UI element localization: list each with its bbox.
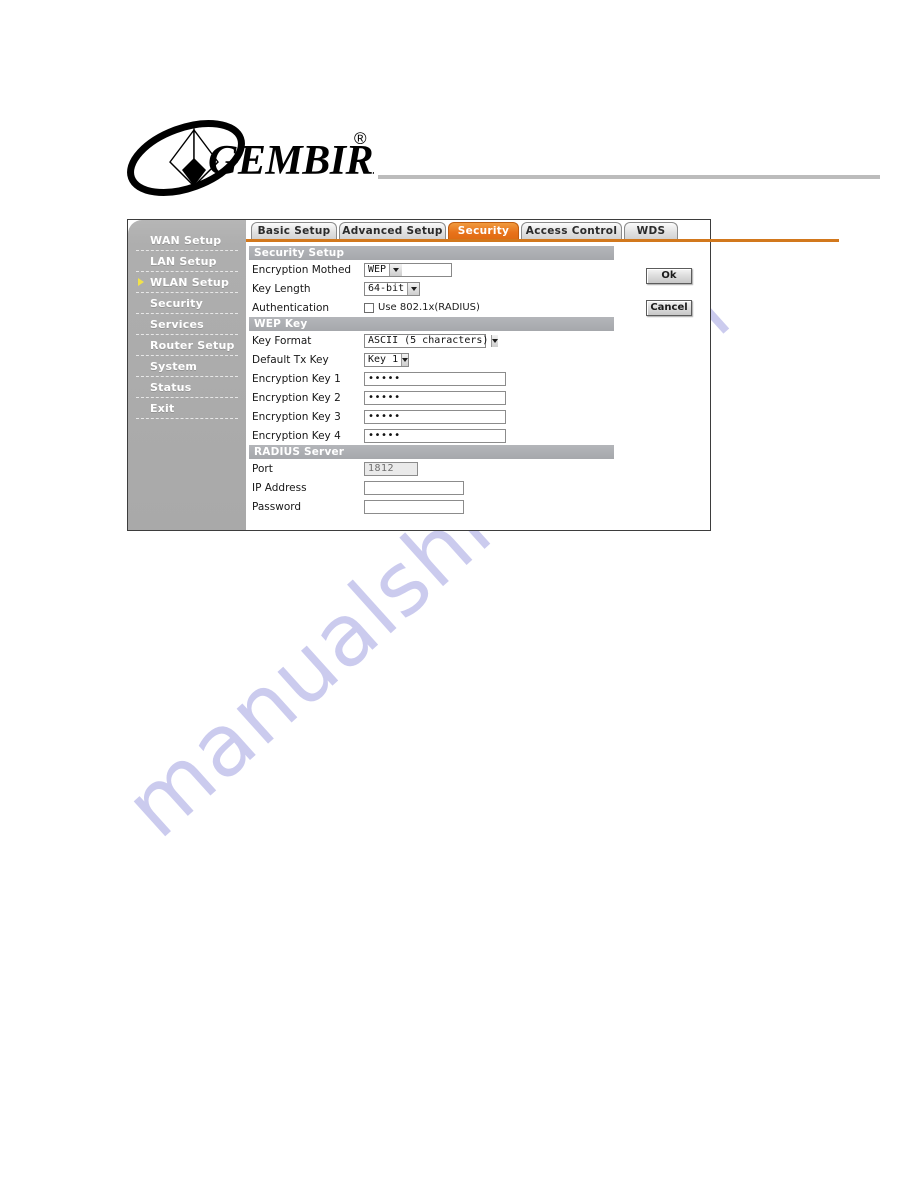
header-divider xyxy=(378,175,880,179)
chevron-down-icon[interactable] xyxy=(401,353,409,366)
tab-access-control[interactable]: Access Control xyxy=(521,222,622,239)
label-encryption-key-2: Encryption Key 2 xyxy=(252,391,341,404)
sidebar-item-system[interactable]: System xyxy=(136,356,238,377)
label-encryption-method: Encryption Mothed xyxy=(252,263,352,276)
row-radius-ip-address: IP Address xyxy=(246,478,712,497)
row-encryption-key-3: Encryption Key 3 ••••• xyxy=(246,407,712,426)
use-8021x-checkbox[interactable] xyxy=(364,302,374,313)
sidebar-item-label: Router Setup xyxy=(150,338,235,352)
label-key-length: Key Length xyxy=(252,282,311,295)
tab-basic-setup[interactable]: Basic Setup xyxy=(251,222,337,239)
radius-port-input[interactable]: 1812 xyxy=(364,461,418,476)
sidebar-nav: WAN Setup LAN Setup WLAN Setup Security … xyxy=(128,220,246,530)
use-8021x-label: Use 802.1x(RADIUS) xyxy=(378,302,480,313)
svg-text:®: ® xyxy=(354,129,367,148)
sidebar-item-label: Status xyxy=(150,380,192,394)
section-header-wep-key: WEP Key xyxy=(249,317,614,331)
row-encryption-key-2: Encryption Key 2 ••••• xyxy=(246,388,712,407)
section-header-radius-server: RADIUS Server xyxy=(249,445,614,459)
tab-active-underline xyxy=(246,239,839,242)
sidebar-item-wan-setup[interactable]: WAN Setup xyxy=(136,230,238,251)
tab-wds[interactable]: WDS xyxy=(624,222,678,239)
use-8021x-checkbox-group[interactable]: Use 802.1x(RADIUS) xyxy=(364,302,480,313)
sidebar-item-label: Services xyxy=(150,317,204,331)
security-form: Security Setup Encryption Mothed WEP Key… xyxy=(246,246,712,516)
sidebar-item-security[interactable]: Security xyxy=(136,293,238,314)
label-encryption-key-4: Encryption Key 4 xyxy=(252,429,341,442)
gembird-logo: GEMBIRD ® xyxy=(127,120,374,196)
active-arrow-icon xyxy=(138,278,144,286)
row-radius-port: Port 1812 xyxy=(246,459,712,478)
brand-header: GEMBIRD ® xyxy=(124,118,884,208)
tab-security[interactable]: Security xyxy=(448,222,519,239)
sidebar-item-router-setup[interactable]: Router Setup xyxy=(136,335,238,356)
sidebar-item-wlan-setup[interactable]: WLAN Setup xyxy=(136,272,238,293)
svg-text:GEMBIRD: GEMBIRD xyxy=(208,138,374,184)
encryption-method-value: WEP xyxy=(368,263,387,275)
sidebar-item-label: Security xyxy=(150,296,203,310)
sidebar-item-lan-setup[interactable]: LAN Setup xyxy=(136,251,238,272)
chevron-down-icon[interactable] xyxy=(389,263,403,276)
key-format-select[interactable]: ASCII (5 characters) xyxy=(364,333,499,348)
label-authentication: Authentication xyxy=(252,301,330,314)
chevron-down-icon[interactable] xyxy=(491,334,499,347)
encryption-method-select[interactable]: WEP xyxy=(364,262,452,277)
row-authentication: Authentication Use 802.1x(RADIUS) xyxy=(246,298,712,317)
default-tx-key-value: Key 1 xyxy=(368,353,399,365)
row-key-format: Key Format ASCII (5 characters) xyxy=(246,331,712,350)
key-length-value: 64-bit xyxy=(368,282,405,294)
key-format-value: ASCII (5 characters) xyxy=(368,334,489,346)
key-length-select[interactable]: 64-bit xyxy=(364,281,420,296)
form-actions: Ok Cancel xyxy=(646,268,692,332)
sidebar-item-label: LAN Setup xyxy=(150,254,217,268)
cancel-button[interactable]: Cancel xyxy=(646,300,692,316)
ok-button[interactable]: Ok xyxy=(646,268,692,284)
sidebar-item-exit[interactable]: Exit xyxy=(136,398,238,419)
label-encryption-key-1: Encryption Key 1 xyxy=(252,372,341,385)
sidebar-item-label: Exit xyxy=(150,401,175,415)
row-encryption-method: Encryption Mothed WEP xyxy=(246,260,712,279)
label-radius-port: Port xyxy=(252,462,273,475)
tab-bar: Basic Setup Advanced Setup Security Acce… xyxy=(246,220,712,241)
row-encryption-key-4: Encryption Key 4 ••••• xyxy=(246,426,712,445)
sidebar-item-label: System xyxy=(150,359,198,373)
label-radius-ip-address: IP Address xyxy=(252,481,307,494)
sidebar-item-label: WAN Setup xyxy=(150,233,222,247)
row-key-length: Key Length 64-bit xyxy=(246,279,712,298)
panel-content: Basic Setup Advanced Setup Security Acce… xyxy=(246,220,839,530)
encryption-key-3-input[interactable]: ••••• xyxy=(364,409,506,424)
radius-ip-address-input[interactable] xyxy=(364,480,464,495)
sidebar-item-label: WLAN Setup xyxy=(150,275,230,289)
label-key-format: Key Format xyxy=(252,334,312,347)
row-encryption-key-1: Encryption Key 1 ••••• xyxy=(246,369,712,388)
label-encryption-key-3: Encryption Key 3 xyxy=(252,410,341,423)
encryption-key-4-input[interactable]: ••••• xyxy=(364,428,506,443)
default-tx-key-select[interactable]: Key 1 xyxy=(364,352,409,367)
label-default-tx-key: Default Tx Key xyxy=(252,353,329,366)
radius-password-input[interactable] xyxy=(364,499,464,514)
encryption-key-1-input[interactable]: ••••• xyxy=(364,371,506,386)
label-radius-password: Password xyxy=(252,500,302,513)
row-radius-password: Password xyxy=(246,497,712,516)
tab-advanced-setup[interactable]: Advanced Setup xyxy=(339,222,446,239)
sidebar-item-status[interactable]: Status xyxy=(136,377,238,398)
section-header-security-setup: Security Setup xyxy=(249,246,614,260)
chevron-down-icon[interactable] xyxy=(407,282,419,295)
encryption-key-2-input[interactable]: ••••• xyxy=(364,390,506,405)
sidebar-item-services[interactable]: Services xyxy=(136,314,238,335)
row-default-tx-key: Default Tx Key Key 1 xyxy=(246,350,712,369)
router-admin-panel: WAN Setup LAN Setup WLAN Setup Security … xyxy=(127,219,839,531)
